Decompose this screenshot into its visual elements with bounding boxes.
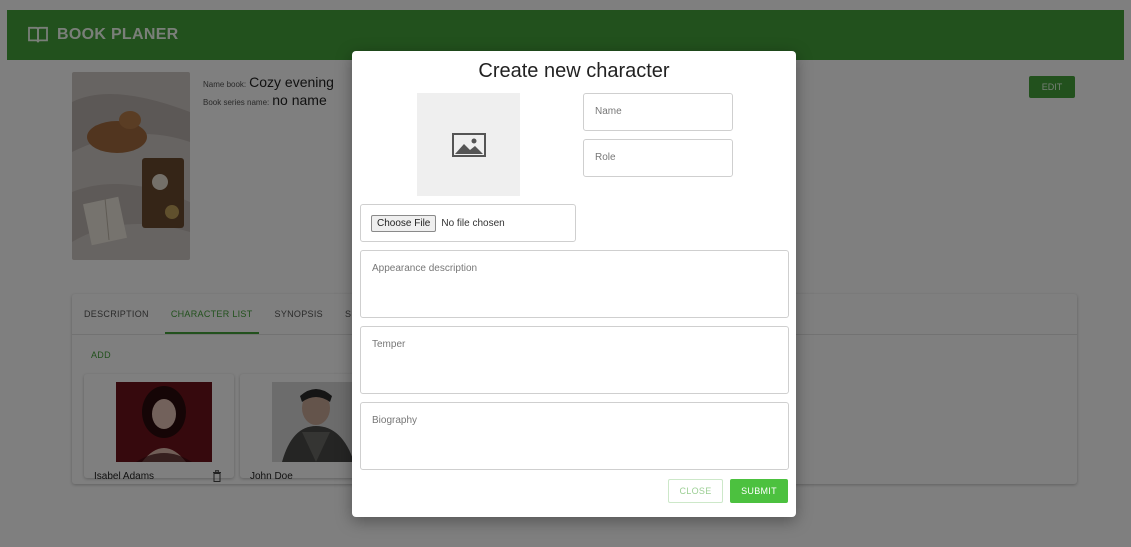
name-input[interactable]: Name [583,93,733,131]
role-placeholder: Role [595,152,616,163]
temper-textarea[interactable]: Temper [360,326,789,394]
name-placeholder: Name [595,106,622,117]
appearance-placeholder: Appearance description [372,263,478,274]
file-status: No file chosen [441,217,505,229]
role-input[interactable]: Role [583,139,733,177]
appearance-description-textarea[interactable]: Appearance description [360,250,789,318]
temper-placeholder: Temper [372,339,406,350]
character-image-upload[interactable] [417,93,520,196]
modal-title: Create new character [478,60,670,82]
biography-textarea[interactable]: Biography [360,402,789,470]
biography-placeholder: Biography [372,415,418,426]
create-character-modal: Create new character Name Role Choose Fi… [352,51,796,517]
submit-button[interactable]: SUBMIT [730,479,788,503]
image-icon [451,132,486,157]
choose-file-button[interactable]: Choose File [371,214,437,232]
close-button[interactable]: CLOSE [668,479,723,503]
file-input: Choose File No file chosen [360,204,576,242]
